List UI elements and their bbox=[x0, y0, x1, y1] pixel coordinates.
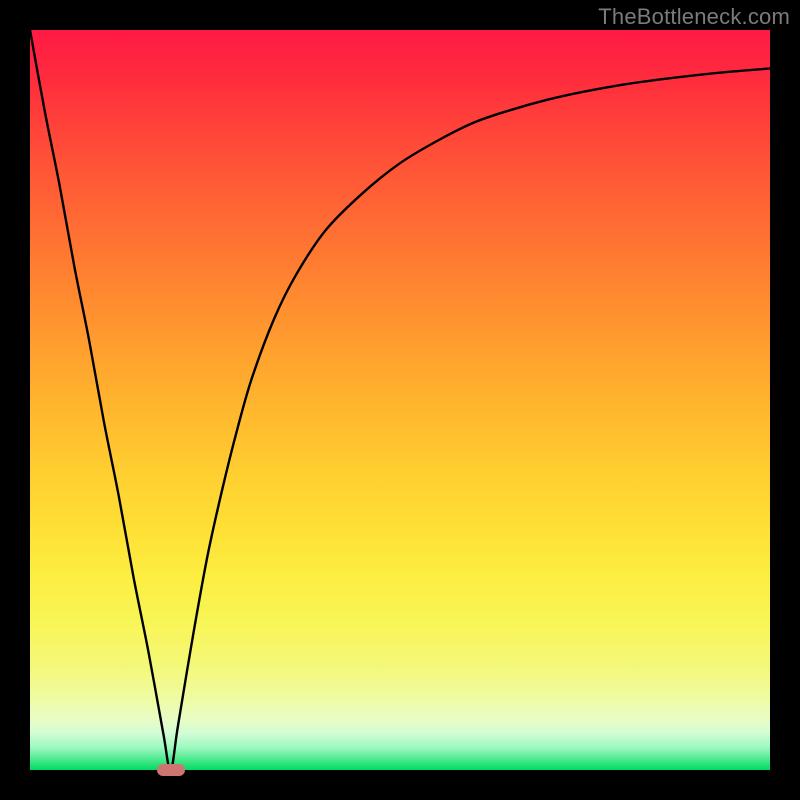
bottleneck-curve bbox=[30, 30, 770, 770]
watermark-label: TheBottleneck.com bbox=[598, 4, 790, 30]
bottleneck-curve-path bbox=[30, 30, 770, 770]
optimal-point-marker bbox=[157, 764, 185, 776]
plot-area bbox=[30, 30, 770, 770]
chart-frame: TheBottleneck.com bbox=[0, 0, 800, 800]
